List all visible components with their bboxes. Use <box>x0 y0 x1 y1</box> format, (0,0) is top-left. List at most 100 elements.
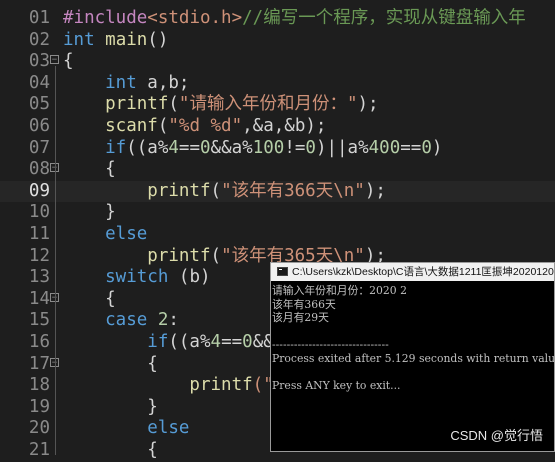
line-number: 09 <box>28 180 50 201</box>
console-window[interactable]: C:\Users\kzk\Desktop\C语言\大数据1211匡振坤20201… <box>270 262 555 452</box>
code-token: printf <box>63 94 169 115</box>
code-token: != <box>284 137 306 158</box>
code-token: ) <box>431 137 443 158</box>
line-number: 14 <box>28 288 50 309</box>
code-token: int <box>63 29 106 50</box>
code-token: == <box>400 137 422 158</box>
code-token: int <box>63 72 148 93</box>
line-number: 07 <box>28 137 50 158</box>
code-token: ( <box>168 94 179 115</box>
console-title: C:\Users\kzk\Desktop\C语言\大数据1211匡振坤20201… <box>292 266 554 278</box>
code-token: printf <box>63 180 211 201</box>
console-app-icon <box>277 267 288 276</box>
code-text: if((a%4==0&&a%100!=0)||a%400==0) <box>63 138 442 160</box>
code-token: else <box>63 418 190 439</box>
fold-guide <box>55 174 56 218</box>
line-number: 10 <box>28 202 50 223</box>
code-token: 0 <box>200 137 211 158</box>
line-number: 16 <box>28 332 50 352</box>
code-token: "%d %d" <box>168 116 243 136</box>
line-number: 18 <box>28 375 50 396</box>
code-text: if((a%4==0&& <box>63 332 273 354</box>
code-text: int main() <box>63 30 168 52</box>
code-line[interactable]: 06 scanf("%d %d",&a,&b); <box>0 116 555 138</box>
code-token: else <box>63 224 148 244</box>
code-token: 0 <box>242 332 253 352</box>
fold-guide <box>55 368 56 412</box>
code-token: printf <box>63 375 253 396</box>
code-token: ( <box>210 180 222 201</box>
code-line[interactable]: 05 printf("请输入年份和月份："); <box>0 94 555 116</box>
code-line[interactable]: 07 if((a%4==0&&a%100!=0)||a%400==0) <box>0 138 555 160</box>
code-line[interactable]: 02 int main() <box>0 30 555 52</box>
line-number: 20 <box>28 418 50 439</box>
console-line: Press ANY key to exit... <box>272 378 401 392</box>
code-token: 2 <box>157 310 169 331</box>
code-token: if <box>63 137 127 158</box>
code-token: 100 <box>252 137 285 158</box>
code-token: { <box>63 51 74 72</box>
code-text: int a,b; <box>63 73 189 95</box>
code-line[interactable]: 01 #include<stdio.h>//编写一个程序，实现从键盘输入年 <box>0 8 555 30</box>
code-line[interactable]: 04 int a,b; <box>0 73 555 95</box>
code-token: 0 <box>421 137 432 158</box>
code-token: 4 <box>210 332 222 352</box>
line-number: 21 <box>28 440 50 460</box>
code-token: 0 <box>305 137 316 158</box>
code-token: ((a% <box>168 332 211 352</box>
code-token: printf <box>63 245 211 266</box>
console-line: Process exited after 5.129 seconds with … <box>272 351 554 365</box>
code-token: switch <box>63 267 179 288</box>
line-number: 11 <box>28 224 50 244</box>
code-text: } <box>63 397 158 419</box>
code-text: { <box>63 289 116 311</box>
code-token: (b) <box>178 267 211 288</box>
line-number: 08 <box>28 159 50 180</box>
code-token: ( <box>157 116 169 136</box>
code-token: == <box>178 137 200 158</box>
code-text: else <box>63 224 147 246</box>
code-token: )||a% <box>315 137 369 158</box>
code-token: scanf <box>63 116 158 136</box>
line-number: 12 <box>28 245 50 266</box>
line-number: 13 <box>28 267 50 288</box>
code-text: } <box>63 202 116 224</box>
code-token: "请输入年份和月份：" <box>178 94 358 115</box>
console-line: 该年有366天 <box>272 297 336 311</box>
line-number: 17 <box>28 353 50 374</box>
code-token: == <box>221 332 243 352</box>
code-token: : <box>168 310 179 331</box>
console-line: -------------------------------- <box>272 338 389 351</box>
code-line[interactable]: 08− { <box>0 159 555 181</box>
code-line[interactable]: 11 else <box>0 224 555 246</box>
code-text: { <box>63 354 158 376</box>
line-number: 04 <box>28 72 50 93</box>
code-line[interactable]: 10 } <box>0 202 555 224</box>
code-token: ); <box>357 94 379 115</box>
code-text: printf("请输入年份和月份："); <box>63 94 379 116</box>
code-token: { <box>63 288 116 309</box>
code-text: switch (b) <box>63 267 211 289</box>
console-titlebar[interactable]: C:\Users\kzk\Desktop\C语言\大数据1211匡振坤20201… <box>271 263 554 281</box>
code-token: ); <box>364 180 386 201</box>
console-line: 该月有29天 <box>272 311 329 324</box>
code-token: { <box>63 353 158 374</box>
line-number: 05 <box>28 94 50 115</box>
code-token: () <box>147 29 169 50</box>
code-token: ( <box>210 245 222 266</box>
fold-toggle-icon[interactable]: − <box>50 55 59 65</box>
code-token: #include <box>63 8 148 28</box>
code-token: &&a% <box>210 137 253 158</box>
code-text: #include<stdio.h>//编写一个程序，实现从键盘输入年 <box>63 8 526 30</box>
code-token: a,b; <box>147 72 190 93</box>
code-line[interactable]: 03−{ <box>0 51 555 73</box>
code-line[interactable]: 09 printf("该年有366天\n"); <box>0 180 555 203</box>
code-token: { <box>63 159 116 180</box>
code-token: } <box>63 396 158 417</box>
code-token: "该年有366天\n" <box>221 180 365 201</box>
code-token: } <box>63 202 116 223</box>
code-text: scanf("%d %d",&a,&b); <box>63 116 326 138</box>
code-text: { <box>63 159 116 181</box>
